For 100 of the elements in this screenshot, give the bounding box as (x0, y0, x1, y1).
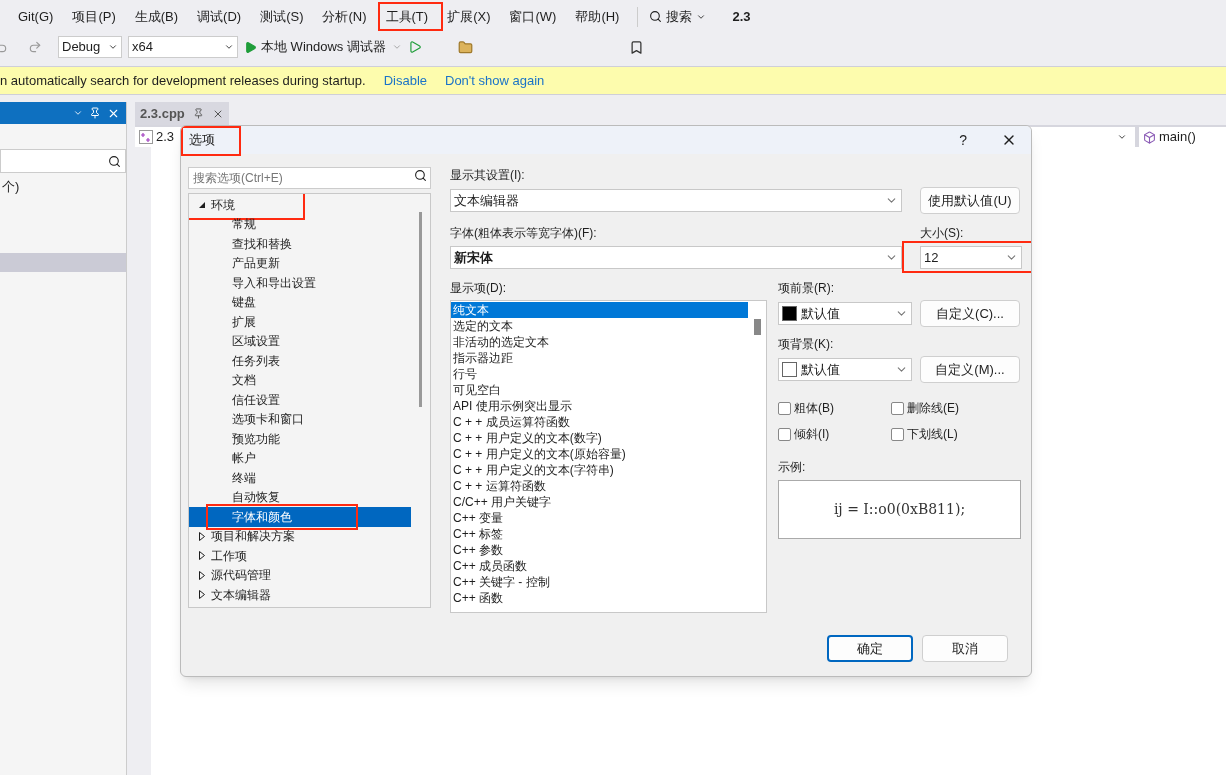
list-item[interactable]: C + + 成员运算符函数 (451, 414, 748, 430)
info-message: n automatically search for development releases during startup. (0, 71, 366, 90)
checkbox[interactable] (891, 401, 904, 415)
menu-item[interactable]: 生成(B) (128, 6, 185, 27)
dialog-button[interactable]: 使用默认值(U) (920, 187, 1020, 214)
list-item[interactable]: C/C++ 用户关键字 (451, 494, 748, 510)
tree-item[interactable]: 帐户 (232, 449, 256, 468)
list-item[interactable]: 行号 (451, 366, 748, 382)
expanded-icon[interactable] (199, 201, 205, 208)
tree-item[interactable]: 环境 (211, 195, 235, 214)
list-item[interactable]: C + + 用户定义的文本(字符串) (451, 462, 748, 478)
tree-item[interactable]: 导入和导出设置 (232, 273, 316, 292)
size-dropdown[interactable]: 12 (920, 246, 1022, 269)
dialog-button[interactable]: 取消 (922, 635, 1008, 662)
search-icon (649, 10, 663, 23)
caret-icon (1117, 132, 1127, 142)
cube-icon (1143, 130, 1156, 144)
search-menu[interactable]: 搜索 (643, 6, 713, 27)
list-item[interactable]: C++ 变量 (451, 510, 748, 526)
list-item[interactable]: C++ 成员函数 (451, 558, 748, 574)
checkbox[interactable] (778, 427, 791, 441)
dialog-button[interactable]: 确定 (827, 635, 913, 662)
menu-item[interactable]: 项目(P) (66, 6, 122, 27)
menu-item[interactable]: 帮助(H) (569, 6, 626, 27)
menu-item[interactable]: 工具(T) (379, 6, 435, 27)
list-item[interactable]: C + + 运算符函数 (451, 478, 748, 494)
list-item[interactable]: C + + 用户定义的文本(数字) (451, 430, 748, 446)
checkbox-label: 倾斜(I) (794, 426, 830, 443)
collapsed-icon[interactable] (199, 590, 205, 600)
collapsed-icon[interactable] (199, 570, 205, 580)
list-item[interactable]: 可见空白 (451, 382, 748, 398)
checkbox[interactable] (778, 401, 791, 415)
checkbox[interactable] (891, 427, 904, 441)
info-link[interactable]: Disable (383, 70, 427, 91)
tree-item[interactable]: 选项卡和窗口 (232, 410, 304, 429)
tree-item[interactable]: 扩展 (232, 312, 256, 331)
info-link[interactable]: Don't show again (445, 70, 545, 91)
font-dropdown[interactable]: 新宋体 (450, 246, 902, 269)
pin-icon[interactable] (89, 107, 101, 119)
collapsed-icon[interactable] (199, 551, 205, 561)
list-item[interactable]: C++ 参数 (451, 542, 748, 558)
tree-item[interactable]: 项目和解决方案 (211, 527, 295, 546)
tree-item[interactable]: 信任设置 (232, 390, 280, 409)
tree-item[interactable]: 区域设置 (232, 332, 280, 351)
menu-item[interactable]: 窗口(W) (503, 6, 563, 27)
tree-item[interactable]: 查找和替换 (232, 234, 292, 253)
caret-icon (224, 42, 234, 52)
dialog-button[interactable]: 自定义(C)... (920, 300, 1020, 327)
tree-item[interactable]: 键盘 (232, 293, 256, 312)
editor-tab[interactable]: 2.3.cpp (135, 102, 229, 125)
tree-item[interactable]: 源代码管理 (211, 566, 271, 585)
tree-item[interactable]: 工作项 (211, 546, 247, 565)
list-item[interactable]: C++ 标签 (451, 526, 748, 542)
list-item[interactable]: C++ 关键字 - 控制 (451, 574, 748, 590)
field-label: 显示项(D): (450, 280, 507, 297)
list-item[interactable]: 纯文本 (451, 302, 748, 318)
configuration-dropdown[interactable]: Debug (58, 36, 122, 58)
menu-item[interactable]: 测试(S) (254, 6, 310, 27)
tree-item[interactable]: 文本编辑器 (211, 585, 271, 604)
run-button[interactable]: 本地 Windows 调试器 (244, 37, 386, 57)
settings-dropdown[interactable]: 文本编辑器 (450, 189, 902, 212)
tree-item[interactable]: 文档 (232, 371, 256, 390)
dialog-button[interactable]: 自定义(M)... (920, 356, 1020, 383)
list-item[interactable]: API 使用示例突出显示 (451, 398, 748, 414)
platform-dropdown[interactable]: x64 (128, 36, 238, 58)
tree-item[interactable]: 预览功能 (232, 429, 280, 448)
list-item[interactable]: 指示器边距 (451, 350, 748, 366)
folder-icon[interactable] (457, 39, 473, 55)
options-search-field[interactable]: 搜索选项(Ctrl+E) (188, 167, 431, 189)
menu-item[interactable]: 调试(D) (191, 6, 248, 27)
tree-item[interactable]: 常规 (232, 215, 256, 234)
collapsed-icon[interactable] (199, 531, 205, 541)
list-item[interactable]: 选定的文本 (451, 318, 748, 334)
tree-item[interactable]: 终端 (232, 468, 256, 487)
member-dropdown[interactable]: main() (1139, 127, 1226, 147)
menu-item[interactable]: Git(G) (12, 6, 60, 27)
tree-item[interactable]: 产品更新 (232, 254, 280, 273)
bookmark-icon[interactable] (628, 39, 644, 55)
color-dropdown[interactable]: 默认值 (778, 302, 912, 325)
caret-icon (108, 42, 118, 52)
field-label: 项前景(R): (778, 280, 835, 297)
field-label: 示例: (778, 459, 807, 476)
tree-item[interactable]: 自动恢复 (232, 488, 280, 507)
scrollbar-thumb (754, 319, 761, 335)
list-item[interactable]: 非活动的选定文本 (451, 334, 748, 350)
pin-icon (192, 108, 204, 119)
tree-item-text: 个) (1, 178, 21, 196)
caret-icon[interactable] (73, 108, 83, 118)
menu-item[interactable]: 扩展(X) (441, 6, 497, 27)
help-button[interactable]: ? (959, 129, 967, 151)
search-icon (108, 154, 121, 168)
list-item[interactable]: C++ 函数 (451, 590, 748, 606)
redo-icon[interactable] (28, 40, 42, 54)
list-item[interactable]: C + + 用户定义的文本(原始容量) (451, 446, 748, 462)
panel-search-field[interactable] (0, 149, 126, 173)
menu-item[interactable]: 分析(N) (316, 6, 373, 27)
play-outline-icon[interactable] (407, 40, 422, 54)
tree-item[interactable]: 任务列表 (232, 351, 280, 370)
color-dropdown[interactable]: 默认值 (778, 358, 912, 381)
search-icon (414, 169, 427, 182)
